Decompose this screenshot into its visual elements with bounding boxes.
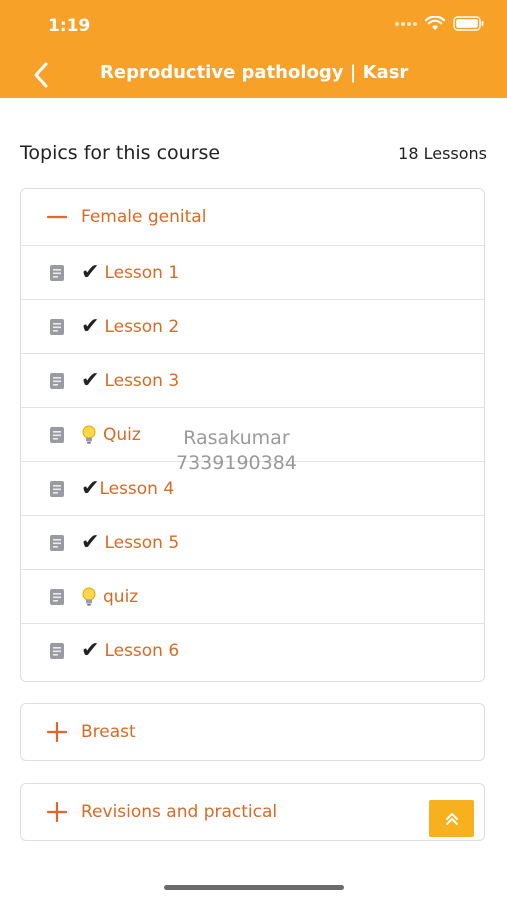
document-icon (49, 264, 65, 282)
section-title: Revisions and practical (81, 802, 278, 822)
lesson-label: Lesson 1 (104, 262, 180, 283)
chevron-left-icon (34, 62, 48, 88)
document-icon (49, 588, 65, 606)
document-icon (49, 642, 65, 660)
lesson-row[interactable]: ✔ Lesson 5 (21, 515, 484, 569)
checkmark-icon: ✔ (81, 313, 100, 339)
back-button[interactable] (30, 60, 54, 90)
checkmark-icon: ✔ (81, 637, 100, 663)
status-icons (395, 16, 485, 31)
section-header-revisions-and-practical[interactable]: Revisions and practical (21, 784, 484, 840)
lightbulb-icon (81, 425, 97, 445)
section-card-breast: Breast (20, 703, 485, 761)
lesson-row[interactable]: ✔ Lesson 1 (21, 245, 484, 299)
lesson-label: Lesson 6 (104, 640, 180, 661)
status-time: 1:19 (48, 16, 91, 36)
lesson-label: Lesson 3 (104, 370, 180, 391)
checkmark-icon: ✔ (81, 529, 100, 555)
document-icon (49, 372, 65, 390)
document-icon (49, 318, 65, 336)
scroll-to-top-button[interactable] (429, 800, 474, 837)
double-chevron-up-icon (445, 812, 458, 825)
section-header-female-genital[interactable]: Female genital (21, 189, 484, 245)
page-title: Reproductive pathology | Kasr (100, 62, 409, 83)
watermark-name: Rasakumar (183, 427, 290, 449)
minus-icon (47, 207, 67, 227)
lightbulb-icon (81, 587, 97, 607)
home-indicator[interactable] (164, 885, 344, 890)
topics-title: Topics for this course (20, 142, 221, 164)
checkmark-icon: ✔ (81, 475, 100, 501)
checkmark-icon: ✔ (81, 367, 100, 393)
document-icon (49, 534, 65, 552)
checkmark-icon: ✔ (81, 259, 100, 285)
section-header-breast[interactable]: Breast (21, 704, 484, 760)
lesson-label: Lesson 4 (99, 478, 175, 499)
lesson-row[interactable]: ✔ Lesson 2 (21, 299, 484, 353)
lesson-label: Quiz (103, 424, 141, 445)
section-card-revisions-and-practical: Revisions and practical (20, 783, 485, 841)
section-title: Female genital (81, 207, 207, 227)
lesson-row[interactable]: ✔ Lesson 6 (21, 623, 484, 677)
battery-icon (453, 16, 484, 31)
lesson-row[interactable]: quiz (21, 569, 484, 623)
lesson-label: Lesson 2 (104, 316, 180, 337)
document-icon (49, 426, 65, 444)
wifi-icon (425, 16, 445, 30)
lesson-label: quiz (103, 586, 139, 607)
lesson-row[interactable]: ✔ Lesson 3 (21, 353, 484, 407)
plus-icon (47, 802, 67, 822)
plus-icon (47, 722, 67, 742)
section-title: Breast (81, 722, 136, 742)
app-header: 1:19 Reproductive pathology | Kasr (0, 0, 507, 98)
watermark-phone: 7339190384 (176, 452, 297, 474)
lessons-count: 18 Lessons (398, 144, 487, 163)
document-icon (49, 480, 65, 498)
watermark: Rasakumar 7339190384 (176, 426, 297, 476)
lesson-label: Lesson 5 (104, 532, 180, 553)
cellular-signal-icon (395, 21, 417, 26)
